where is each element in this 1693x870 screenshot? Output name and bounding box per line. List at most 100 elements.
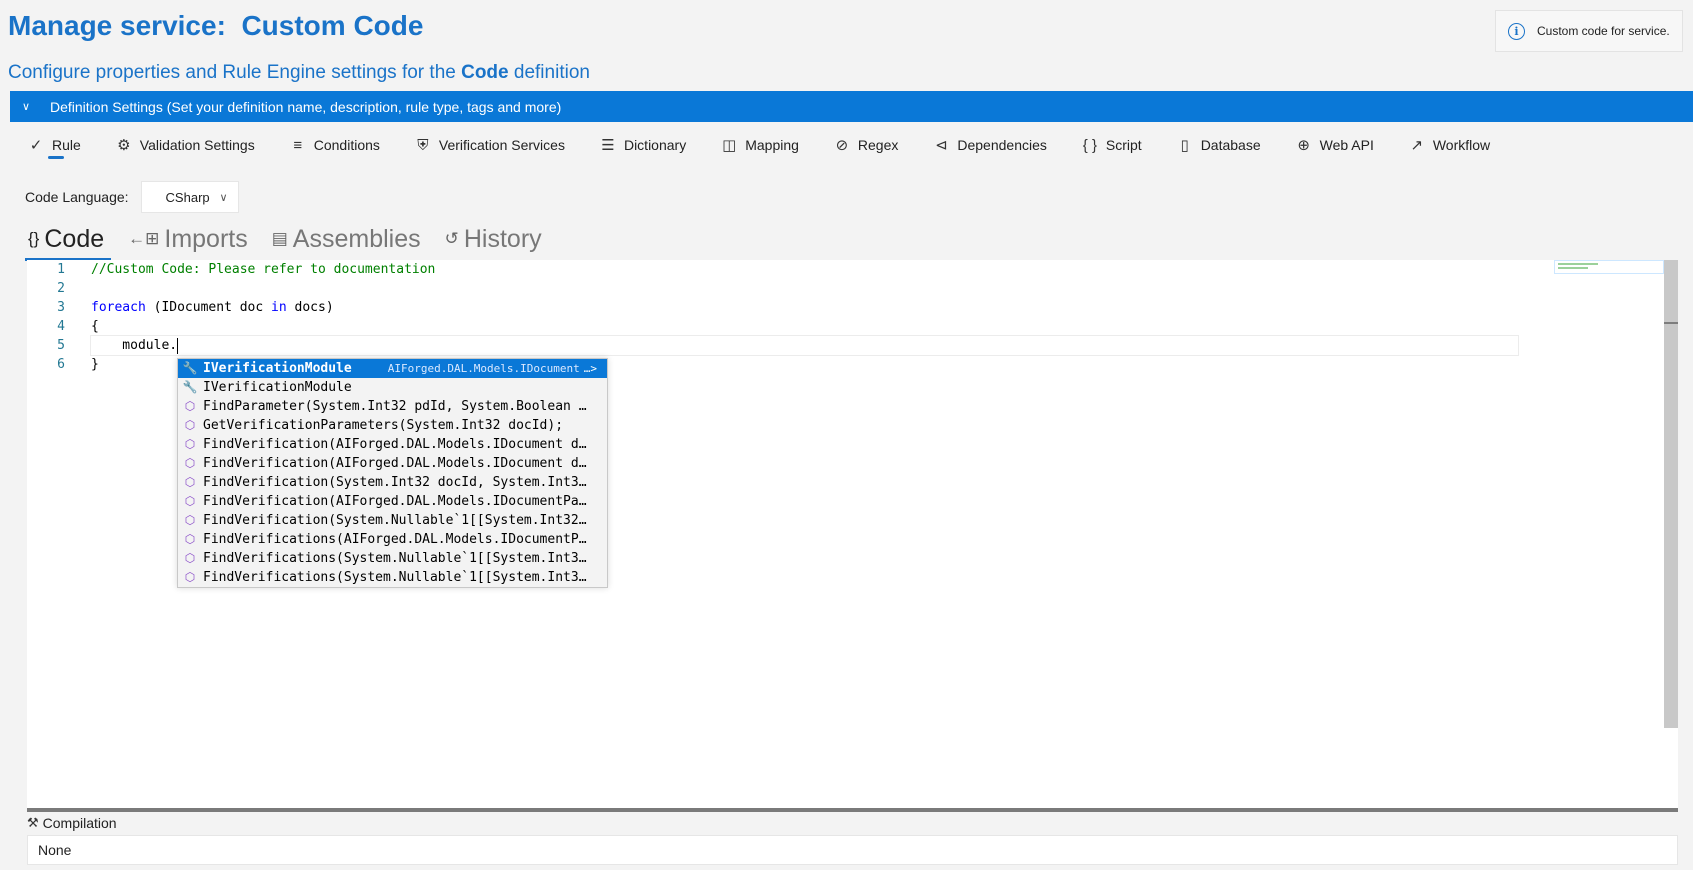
- tab-verification-services[interactable]: ⛨ Verification Services: [397, 128, 582, 162]
- tab-assemblies[interactable]: ▤ Assemblies: [269, 220, 428, 258]
- tab-mapping[interactable]: ◫ Mapping: [703, 128, 816, 162]
- compilation-output: None: [27, 835, 1678, 865]
- tab-script-label: Script: [1105, 137, 1142, 153]
- book-icon: ◫: [722, 137, 737, 154]
- tab-mapping-label: Mapping: [745, 137, 799, 153]
- dictionary-list-icon: ☰: [601, 137, 615, 154]
- suggestion-label: FindVerifications(System.Nullable`1[[Sys…: [203, 551, 593, 566]
- suggestion-item[interactable]: ⬡ FindVerification(System.Nullable`1[[Sy…: [178, 511, 607, 530]
- validation-icon: ⚙: [117, 137, 131, 154]
- tab-assemblies-label: Assemblies: [292, 224, 421, 253]
- compilation-header: ⚒ Compilation: [27, 815, 117, 831]
- code-language-label: Code Language:: [25, 189, 129, 205]
- suggestion-details-toggle[interactable]: …>: [584, 359, 597, 378]
- line-number: 6: [57, 357, 65, 372]
- keyword-in: in: [271, 300, 287, 315]
- suggestion-item[interactable]: ⬡ FindVerification(AIForged.DAL.Models.I…: [178, 492, 607, 511]
- tab-verification-services-label: Verification Services: [438, 137, 565, 153]
- code-comment: //Custom Code: Please refer to documenta…: [91, 262, 436, 277]
- subtitle-after: definition: [513, 62, 590, 83]
- wrench-icon: 🔧: [182, 380, 198, 394]
- tab-script[interactable]: { } Script: [1064, 128, 1159, 162]
- page-title-prefix: Manage service:: [8, 10, 226, 41]
- code-text: module.: [91, 338, 178, 353]
- tab-imports[interactable]: ←⊞ Imports: [125, 220, 255, 258]
- tab-code[interactable]: {} Code: [25, 220, 112, 261]
- tab-dictionary[interactable]: ☰ Dictionary: [582, 128, 703, 162]
- tab-regex[interactable]: ⊘ Regex: [816, 128, 915, 162]
- tab-validation-settings[interactable]: ⚙ Validation Settings: [98, 128, 272, 162]
- suggestion-label: FindVerification(AIForged.DAL.Models.IDo…: [203, 437, 593, 452]
- code-language-select[interactable]: CSharp ∨: [140, 181, 239, 213]
- braces-icon: {}: [28, 229, 40, 248]
- keyword-foreach: foreach: [91, 300, 146, 315]
- code-lines[interactable]: //Custom Code: Please refer to documenta…: [90, 260, 1519, 374]
- suggestion-label: FindVerifications(AIForged.DAL.Models.ID…: [203, 532, 593, 547]
- code-tabs: {} Code ←⊞ Imports ▤ Assemblies ↺ Histor…: [25, 220, 563, 261]
- suggestion-item[interactable]: ⬡ GetVerificationParameters(System.Int32…: [178, 416, 607, 435]
- suggestion-item[interactable]: ⬡ FindParameter(System.Int32 pdId, Syste…: [178, 397, 607, 416]
- scrollbar-position-marker: [1664, 322, 1678, 324]
- tab-regex-label: Regex: [857, 137, 899, 153]
- suggestion-label: FindVerification(System.Int32 docId, Sys…: [203, 475, 593, 490]
- suggestion-label: IVerificationModule: [203, 380, 352, 395]
- imports-icon: ←⊞: [128, 229, 160, 248]
- tab-workflow[interactable]: ↗ Workflow: [1391, 128, 1507, 162]
- tab-conditions-label: Conditions: [313, 137, 380, 153]
- suggestion-item[interactable]: ⬡ FindVerifications(System.Nullable`1[[S…: [178, 549, 607, 568]
- regex-icon: ⊘: [835, 137, 849, 154]
- line-number: 2: [57, 281, 65, 296]
- method-cube-icon: ⬡: [184, 570, 196, 584]
- suggestion-item[interactable]: ⬡ FindVerification(System.Int32 docId, S…: [178, 473, 607, 492]
- tab-dictionary-label: Dictionary: [623, 137, 687, 153]
- suggestion-item[interactable]: ⬡ FindVerifications(AIForged.DAL.Models.…: [178, 530, 607, 549]
- autocomplete-list[interactable]: 🔧 IVerificationModule AIForged.DAL.Model…: [177, 358, 608, 588]
- share-nodes-icon: ⊲: [935, 137, 948, 154]
- panel-splitter[interactable]: [27, 808, 1678, 812]
- method-cube-icon: ⬡: [184, 437, 196, 451]
- assemblies-icon: ▤: [271, 229, 288, 248]
- subtitle-before: Configure properties and Rule Engine set…: [8, 62, 456, 83]
- workflow-icon: ↗: [1410, 137, 1424, 154]
- definition-settings-label: Definition Settings (Set your definition…: [50, 98, 562, 115]
- subtitle-bold: Code: [461, 62, 509, 83]
- definition-settings-bar[interactable]: ∨ Definition Settings (Set your definiti…: [10, 91, 1693, 122]
- tab-web-api[interactable]: ⊕ Web API: [1278, 128, 1391, 162]
- editor-scrollbar[interactable]: [1664, 260, 1678, 728]
- suggestion-item[interactable]: ⬡ FindVerification(AIForged.DAL.Models.I…: [178, 454, 607, 473]
- compilation-title: Compilation: [42, 815, 117, 831]
- compile-icon: ⚒: [27, 815, 39, 830]
- line-number: 1: [57, 262, 65, 277]
- web-api-icon: ⊕: [1297, 137, 1310, 154]
- tab-conditions[interactable]: ≡ Conditions: [272, 128, 397, 162]
- tab-history-label: History: [463, 224, 542, 253]
- braces-icon: { }: [1082, 136, 1097, 154]
- history-icon: ↺: [444, 229, 459, 248]
- text-caret: [177, 337, 179, 354]
- info-box: i Custom code for service.: [1495, 10, 1683, 52]
- suggestion-item[interactable]: ⬡ FindVerifications(System.Nullable`1[[S…: [178, 568, 607, 587]
- suggestion-item[interactable]: ⬡ FindVerification(AIForged.DAL.Models.I…: [178, 435, 607, 454]
- suggestion-label: FindVerification(System.Nullable`1[[Syst…: [203, 513, 593, 528]
- editor-minimap[interactable]: [1554, 260, 1664, 274]
- wrench-icon: 🔧: [182, 361, 198, 375]
- compilation-result: None: [38, 842, 72, 858]
- definition-toolbar: ✓ Rule ⚙ Validation Settings ≡ Condition…: [10, 128, 1507, 162]
- tab-rule[interactable]: ✓ Rule: [10, 128, 98, 162]
- line-number-gutter: 1 2 3 4 5 6: [27, 260, 89, 374]
- suggestion-label: IVerificationModule: [203, 361, 352, 376]
- suggestion-label: FindVerifications(System.Nullable`1[[Sys…: [203, 570, 593, 585]
- suggestion-item-selected[interactable]: 🔧 IVerificationModule AIForged.DAL.Model…: [178, 359, 607, 378]
- code-text: (IDocument doc: [145, 300, 272, 315]
- tab-database[interactable]: ▯ Database: [1159, 128, 1278, 162]
- method-cube-icon: ⬡: [184, 399, 196, 413]
- chevron-down-icon[interactable]: ∨: [10, 100, 42, 113]
- line-number: 4: [57, 319, 65, 334]
- tab-dependencies[interactable]: ⊲ Dependencies: [915, 128, 1064, 162]
- suggestion-label: FindVerification(AIForged.DAL.Models.IDo…: [203, 456, 593, 471]
- method-cube-icon: ⬡: [184, 456, 196, 470]
- check-icon: ✓: [29, 137, 43, 154]
- tab-history[interactable]: ↺ History: [442, 220, 549, 258]
- suggestion-item[interactable]: 🔧 IVerificationModule: [178, 378, 607, 397]
